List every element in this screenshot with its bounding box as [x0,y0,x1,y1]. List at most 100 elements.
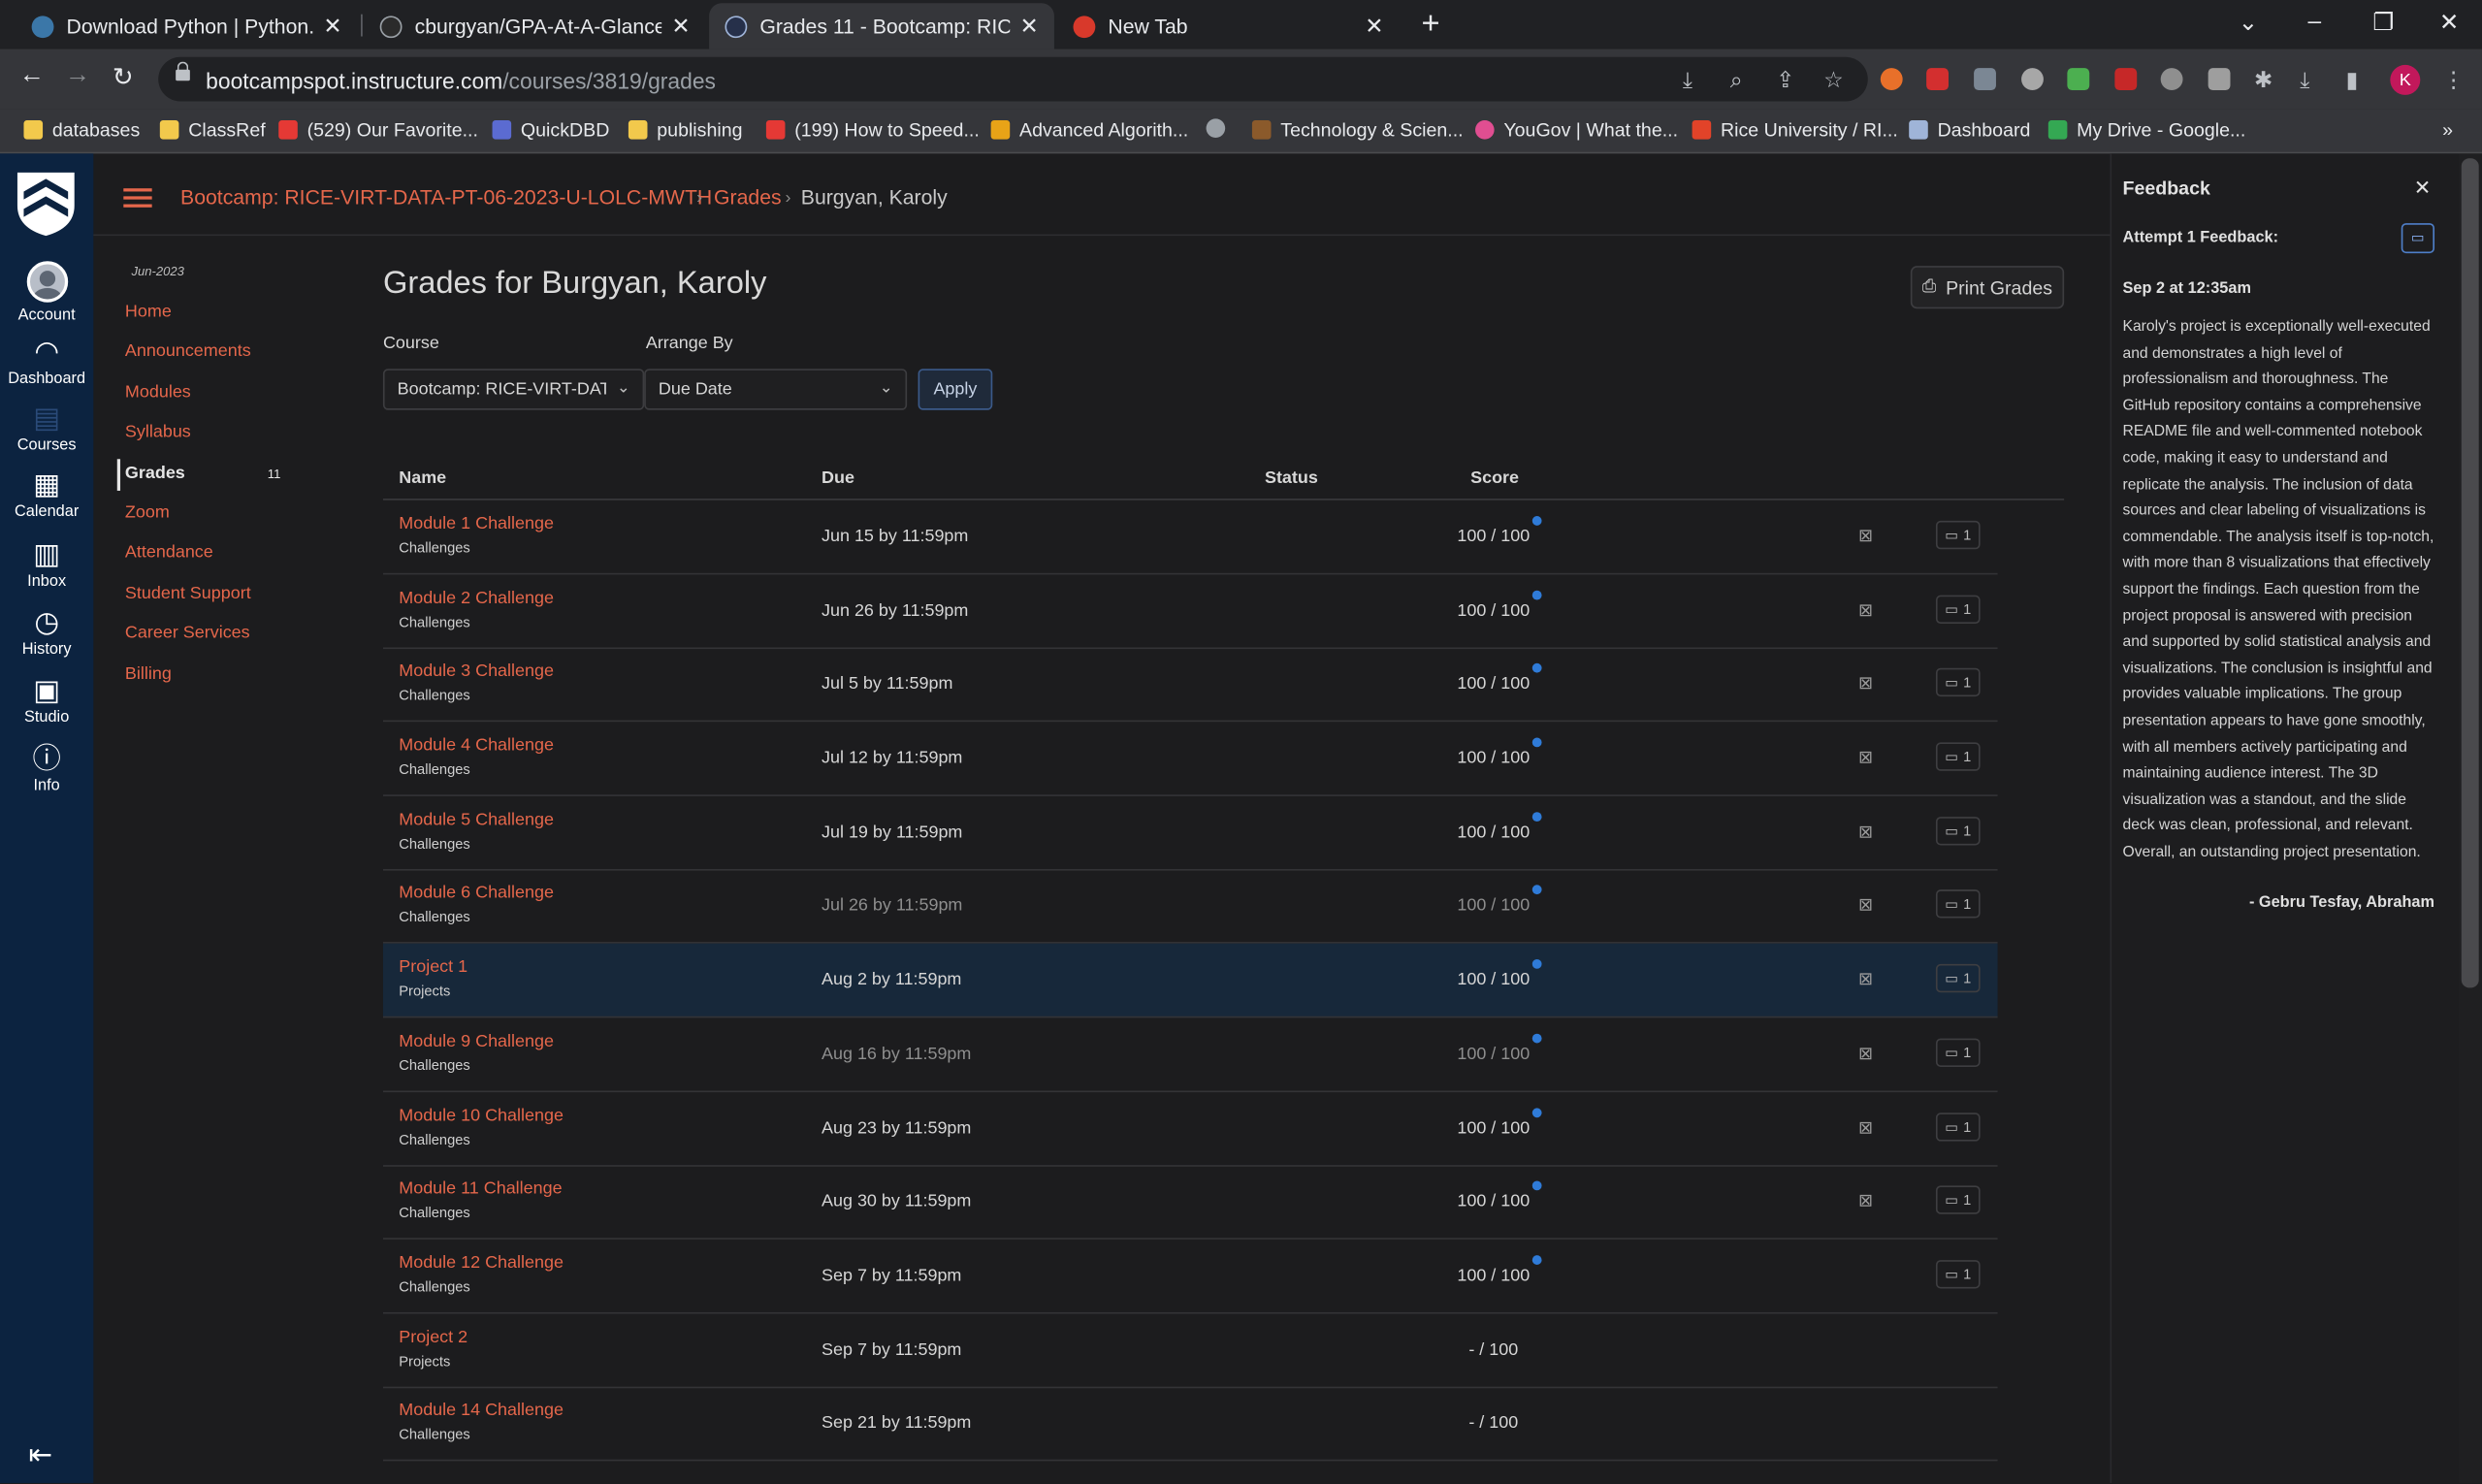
assignment-link[interactable]: Module 11 Challenge [399,1179,562,1199]
assignment-link[interactable]: Module 5 Challenge [399,811,554,830]
extension-grey-box-icon[interactable] [2208,68,2231,91]
bookmark-technology-science[interactable]: Technology & Scien... [1251,118,1464,141]
extension-spy-icon[interactable] [1974,68,1996,91]
column-header-score[interactable]: Score [1470,468,1519,488]
browser-menu-icon[interactable]: ⋮ [2442,67,2465,94]
bookmark-star-icon[interactable]: ☆ [1823,67,1844,94]
print-grades-button[interactable]: ⎙ Print Grades [1910,266,2065,309]
profile-avatar[interactable]: K [2390,64,2421,95]
extension-puzzle-color-icon[interactable] [2067,68,2090,91]
rubric-icon[interactable]: ⊠ [1858,1190,1873,1211]
rubric-icon[interactable]: ⊠ [1858,822,1873,843]
gnav-account[interactable]: Account [0,261,93,325]
assignment-link[interactable]: Module 1 Challenge [399,514,554,533]
bookmark-quickdbd[interactable]: QuickDBD [492,118,609,141]
course-nav-home[interactable]: Home [125,303,172,322]
bookmark-youtube-favorite[interactable]: (529) Our Favorite... [278,118,478,141]
apply-button[interactable]: Apply [918,369,993,410]
course-select[interactable]: Bootcamp: RICE-VIRT-DATA-PT-06-2023-U-LO… [382,369,645,410]
browser-tab-github[interactable]: cburgyan/GPA-At-A-Glance ✕ [364,3,706,48]
close-tab-icon[interactable]: ✕ [323,13,341,40]
course-nav-student-support[interactable]: Student Support [125,584,251,603]
zoom-icon[interactable]: ⌕ [1730,67,1743,94]
comment-thread-icon[interactable]: ▭ [2401,223,2435,254]
install-app-icon[interactable]: ⤓ [1683,67,1692,94]
comments-button[interactable]: ▭ 1 [1935,667,1981,697]
rice-owl-shield-logo[interactable] [13,168,80,238]
assignment-link[interactable]: Module 12 Challenge [399,1254,564,1274]
restore-window-icon[interactable]: ❐ [2372,8,2394,37]
course-nav-announcements[interactable]: Announcements [125,342,251,362]
close-feedback-icon[interactable]: ✕ [2414,176,2432,201]
rubric-icon[interactable]: ⊠ [1858,600,1873,621]
minimize-window-icon[interactable]: – [2307,8,2321,35]
browser-tab-grades[interactable]: Grades 11 - Bootcamp: RICE-VIRT-DATA ✕ [709,3,1054,49]
bookmark-dashboard[interactable]: Dashboard [1909,118,2030,141]
comments-button[interactable]: ▭ 1 [1935,520,1981,550]
bookmarks-overflow-icon[interactable]: » [2442,118,2453,141]
assignment-link[interactable]: Project 2 [399,1328,467,1347]
address-url[interactable]: bootcampspot.instructure.com/courses/381… [206,68,716,93]
comments-button[interactable]: ▭ 1 [1935,1113,1981,1142]
gnav-studio[interactable]: ▣ Studio [0,674,93,726]
assignment-link[interactable]: Module 3 Challenge [399,661,554,681]
breadcrumb-course[interactable]: Bootcamp: RICE-VIRT-DATA-PT-06-2023-U-LO… [180,185,712,209]
bookmark-youtube-speed[interactable]: (199) How to Speed... [765,118,980,141]
extension-gear-icon[interactable] [2021,68,2044,91]
course-nav-billing[interactable]: Billing [125,664,172,684]
course-nav-modules[interactable]: Modules [125,383,191,403]
close-window-icon[interactable]: ✕ [2439,8,2460,37]
comments-button[interactable]: ▭ 1 [1935,1260,1981,1289]
assignment-link[interactable]: Module 6 Challenge [399,884,554,903]
comments-button[interactable]: ▭ 1 [1935,1038,1981,1067]
bookmark-publishing[interactable]: publishing [628,118,742,141]
rubric-icon[interactable]: ⊠ [1858,894,1873,916]
comments-button[interactable]: ▭ 1 [1935,889,1981,919]
assignment-link[interactable]: Module 14 Challenge [399,1401,564,1420]
tab-search-chevron-icon[interactable]: ⌄ [2239,8,2259,37]
course-nav-grades[interactable]: Grades [125,464,185,483]
forward-arrow-icon[interactable]: → [65,62,90,90]
reload-icon[interactable]: ↻ [113,62,134,94]
bookmark-google-drive[interactable]: My Drive - Google... [2047,118,2245,141]
gnav-calendar[interactable]: ▦ Calendar [0,468,93,521]
bookmark-classref[interactable]: ClassRef [159,118,266,141]
downloads-icon[interactable]: ⤓ [2300,67,2309,94]
rubric-icon[interactable]: ⊠ [1858,1043,1873,1064]
extension-red-book-icon[interactable] [2114,68,2138,91]
bookmark-rice-gitlab[interactable]: Rice University / RI... [1692,118,1898,141]
browser-tab-python[interactable]: Download Python | Python.org ✕ [16,3,358,48]
bookmark-databases[interactable]: databases [23,118,140,141]
course-nav-zoom[interactable]: Zoom [125,503,170,523]
rubric-icon[interactable]: ⊠ [1858,969,1873,989]
browser-tab-new[interactable]: New Tab ✕ [1057,3,1400,48]
close-tab-icon[interactable]: ✕ [1019,13,1038,40]
column-header-status[interactable]: Status [1265,468,1318,488]
comments-button[interactable]: ▭ 1 [1935,963,1981,993]
course-nav-attendance[interactable]: Attendance [125,543,213,563]
assignment-link[interactable]: Module 4 Challenge [399,736,554,756]
gnav-info[interactable]: ⓘ Info [0,742,93,794]
back-arrow-icon[interactable]: ← [19,62,45,90]
course-nav-career-services[interactable]: Career Services [125,624,250,643]
rubric-icon[interactable]: ⊠ [1858,747,1873,768]
extension-brave-icon[interactable] [1880,68,1903,91]
bookmark-algorithms[interactable]: Advanced Algorith... [990,118,1188,141]
gnav-history[interactable]: ◷ History [0,606,93,659]
rubric-icon[interactable]: ⊠ [1858,673,1873,694]
assignment-link[interactable]: Module 9 Challenge [399,1032,554,1051]
bookmark-globe[interactable] [1206,118,1235,138]
course-nav-syllabus[interactable]: Syllabus [125,423,191,442]
gnav-inbox[interactable]: ▥ Inbox [0,538,93,591]
extensions-puzzle-icon[interactable]: ✱ [2254,67,2272,94]
comments-button[interactable]: ▭ 1 [1935,595,1981,625]
close-tab-icon[interactable]: ✕ [1365,13,1383,40]
bookmark-yougov[interactable]: YouGov | What the... [1475,118,1678,141]
scrollbar-thumb[interactable] [2461,158,2479,988]
extension-mic-icon[interactable] [2160,68,2183,91]
rubric-icon[interactable]: ⊠ [1858,1117,1873,1139]
column-header-name[interactable]: Name [399,468,446,488]
breadcrumb-grades[interactable]: Grades [714,185,782,209]
column-header-due[interactable]: Due [822,468,854,488]
arrange-by-select[interactable]: Due Date ⌄ [644,369,908,410]
